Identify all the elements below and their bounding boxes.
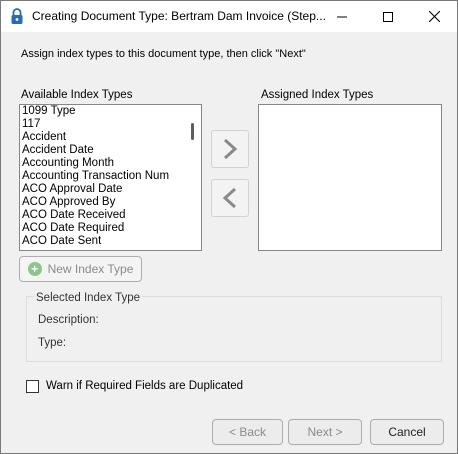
instruction-text: Assign index types to this document type… [21,48,306,60]
assigned-index-types-label: Assigned Index Types [261,89,374,101]
list-item[interactable]: ACO Date Required [20,222,201,235]
list-item[interactable]: Accident Date [20,144,201,157]
plus-circle-icon: + [27,262,42,276]
description-label: Description: [38,314,99,326]
title-bar[interactable]: Creating Document Type: Bertram Dam Invo… [1,1,457,32]
assigned-index-types-list[interactable] [258,104,442,251]
list-item[interactable]: 1099 Type [20,105,201,118]
close-icon [428,11,440,22]
minimize-icon [337,16,347,17]
warn-duplicated-checkbox[interactable] [26,380,39,393]
available-index-types-label: Available Index Types [21,89,133,101]
unassign-button[interactable] [211,179,249,217]
vertical-scrollbar[interactable] [184,105,201,250]
assign-button[interactable] [211,130,249,168]
selected-index-type-group [26,296,442,362]
close-button[interactable] [411,1,457,32]
available-index-types-list[interactable]: 1099 Type 117 Accident Accident Date Account… [19,104,202,251]
maximize-icon [383,11,393,22]
new-index-type-label: New Index Type [47,262,134,276]
list-item[interactable]: 117 [20,118,201,131]
list-item[interactable]: ACO Approved By [20,196,201,209]
scrollbar-thumb[interactable] [191,123,194,140]
new-index-type-button[interactable]: + New Index Type [19,256,142,282]
list-item[interactable]: Accounting Transaction Num [20,170,201,183]
maximize-button[interactable] [365,1,411,32]
back-button[interactable]: < Back [212,419,283,445]
cancel-button[interactable]: Cancel [370,419,444,445]
next-button[interactable]: Next > [288,419,362,445]
chevron-left-icon [222,187,237,209]
list-item[interactable]: ACO Approval Date [20,183,201,196]
available-items-container: 1099 Type 117 Accident Accident Date Account… [20,105,201,248]
type-label: Type: [38,337,67,349]
lock-app-icon [11,8,23,24]
list-item[interactable]: ACO Date Received [20,209,201,222]
chevron-right-icon [223,138,238,160]
list-item[interactable]: ACO Date Sent [20,235,201,248]
list-item[interactable]: Accounting Month [20,157,201,170]
list-item[interactable]: Accident [20,131,201,144]
dialog-window: Creating Document Type: Bertram Dam Invo… [0,0,458,454]
warn-duplicated-label[interactable]: Warn if Required Fields are Duplicated [46,380,243,392]
window-title: Creating Document Type: Bertram Dam Invo… [32,9,326,23]
selected-index-type-title: Selected Index Type [34,292,142,304]
minimize-button[interactable] [319,1,365,32]
